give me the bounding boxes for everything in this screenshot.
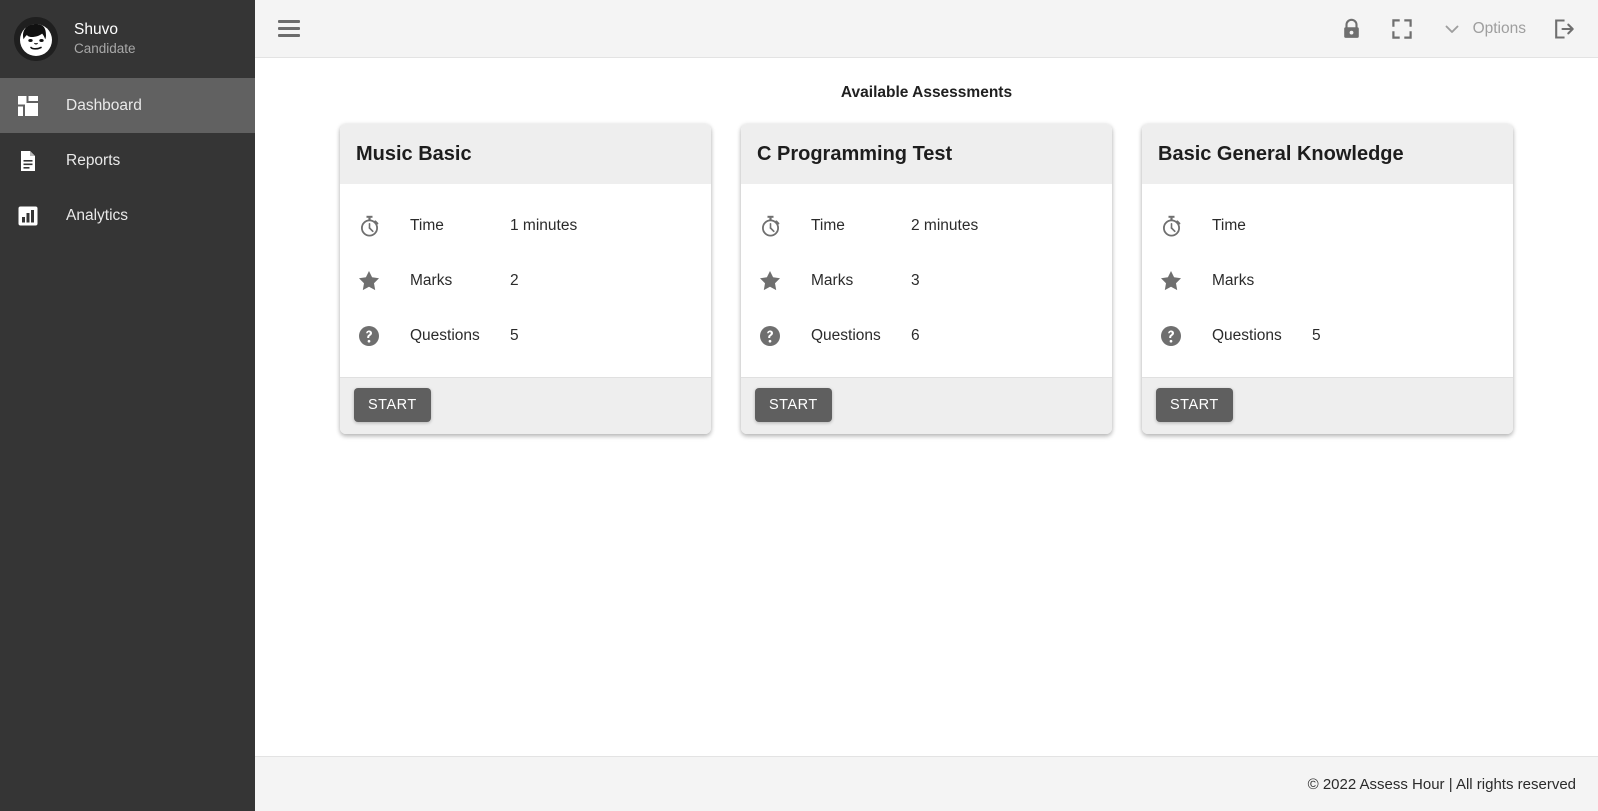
card-body: Time Marks Questions 5 — [1142, 184, 1513, 377]
stat-label-questions: Questions — [811, 326, 881, 344]
stat-value-time: 1 minutes — [510, 216, 578, 234]
start-button[interactable]: START — [1156, 388, 1233, 422]
copyright-text: © 2022 Assess Hour | All rights reserved — [1307, 775, 1576, 793]
profile-block: Shuvo Candidate — [0, 0, 255, 78]
sidebar-nav: Dashboard Reports Analytics — [0, 78, 255, 243]
stat-value-marks: 2 — [510, 271, 519, 289]
avatar — [14, 17, 58, 61]
stat-row-time: Time 2 minutes — [741, 198, 1112, 253]
options-dropdown[interactable]: Options — [1440, 17, 1526, 41]
stat-row-questions: Questions 5 — [1142, 308, 1513, 363]
hamburger-bar — [278, 27, 300, 30]
stat-value-time: 2 minutes — [911, 216, 979, 234]
card-footer: START — [1142, 377, 1513, 434]
page-title: Available Assessments — [840, 84, 1013, 101]
chevron-down-icon — [1440, 17, 1464, 41]
card-footer: START — [340, 377, 711, 434]
star-icon — [757, 270, 783, 291]
card-header: Basic General Knowledge — [1142, 124, 1513, 184]
stat-row-marks: Marks 2 — [340, 253, 711, 308]
hamburger-bar — [278, 34, 300, 37]
card-body: Time 2 minutes Marks 3 Questions 6 — [741, 184, 1112, 377]
stat-label-questions: Questions — [1212, 326, 1282, 344]
logout-icon[interactable] — [1552, 17, 1576, 41]
document-icon — [16, 149, 40, 173]
card-title: Basic General Knowledge — [1158, 143, 1404, 165]
star-icon — [1158, 270, 1184, 291]
start-button[interactable]: START — [755, 388, 832, 422]
stopwatch-icon — [1158, 215, 1184, 237]
hamburger-bar — [278, 20, 300, 23]
question-circle-icon — [1158, 325, 1184, 347]
sidebar-item-label: Analytics — [66, 206, 129, 224]
bar-chart-icon — [16, 204, 40, 228]
app-root: Shuvo Candidate Dashboard Reports Analyt… — [0, 0, 1598, 811]
sidebar-item-reports[interactable]: Reports — [0, 133, 255, 188]
dashboard-grid-icon — [16, 94, 40, 118]
assessment-card: Basic General Knowledge Time Marks Quest… — [1142, 124, 1513, 434]
hamburger-menu-icon[interactable] — [275, 14, 305, 44]
sidebar-item-label: Dashboard — [66, 96, 142, 114]
options-label: Options — [1472, 19, 1526, 37]
stat-label-marks: Marks — [410, 271, 453, 289]
profile-text: Shuvo Candidate — [74, 20, 136, 57]
sidebar: Shuvo Candidate Dashboard Reports Analyt… — [0, 0, 255, 811]
stat-row-time: Time — [1142, 198, 1513, 253]
stopwatch-icon — [356, 215, 382, 237]
card-body: Time 1 minutes Marks 2 Questions 5 — [340, 184, 711, 377]
stat-value-marks: 3 — [911, 271, 920, 289]
sidebar-item-label: Reports — [66, 151, 121, 169]
card-title: Music Basic — [356, 143, 472, 165]
stat-value-questions: 5 — [510, 326, 519, 344]
stat-label-time: Time — [811, 216, 845, 234]
question-circle-icon — [356, 325, 382, 347]
assessment-card-list: Music Basic Time 1 minutes Marks 2 Quest… — [255, 124, 1598, 434]
profile-role: Candidate — [74, 41, 136, 57]
stat-row-questions: Questions 6 — [741, 308, 1112, 363]
stat-row-marks: Marks — [1142, 253, 1513, 308]
stat-label-time: Time — [1212, 216, 1246, 234]
sidebar-item-analytics[interactable]: Analytics — [0, 188, 255, 243]
card-title: C Programming Test — [757, 143, 953, 165]
card-footer: START — [741, 377, 1112, 434]
card-header: C Programming Test — [741, 124, 1112, 184]
stat-value-questions: 6 — [911, 326, 920, 344]
main-area: Options Available Assessments Music Basi… — [255, 0, 1598, 811]
card-header: Music Basic — [340, 124, 711, 184]
topbar-actions: Options — [1340, 17, 1576, 41]
stat-row-time: Time 1 minutes — [340, 198, 711, 253]
stat-label-marks: Marks — [1212, 271, 1255, 289]
stat-label-marks: Marks — [811, 271, 854, 289]
stat-row-marks: Marks 3 — [741, 253, 1112, 308]
star-icon — [356, 270, 382, 291]
page-footer: © 2022 Assess Hour | All rights reserved — [255, 756, 1598, 811]
topbar: Options — [255, 0, 1598, 58]
profile-name: Shuvo — [74, 21, 118, 39]
fullscreen-icon[interactable] — [1390, 17, 1414, 41]
stat-label-questions: Questions — [410, 326, 480, 344]
sidebar-item-dashboard[interactable]: Dashboard — [0, 78, 255, 133]
assessment-card: Music Basic Time 1 minutes Marks 2 Quest… — [340, 124, 711, 434]
start-button[interactable]: START — [354, 388, 431, 422]
stat-label-time: Time — [410, 216, 444, 234]
question-circle-icon — [757, 325, 783, 347]
content-area: Available Assessments Music Basic Time 1… — [255, 58, 1598, 756]
stat-row-questions: Questions 5 — [340, 308, 711, 363]
assessment-card: C Programming Test Time 2 minutes Marks … — [741, 124, 1112, 434]
stat-value-questions: 5 — [1312, 326, 1321, 344]
stopwatch-icon — [757, 215, 783, 237]
lock-icon[interactable] — [1340, 17, 1364, 41]
